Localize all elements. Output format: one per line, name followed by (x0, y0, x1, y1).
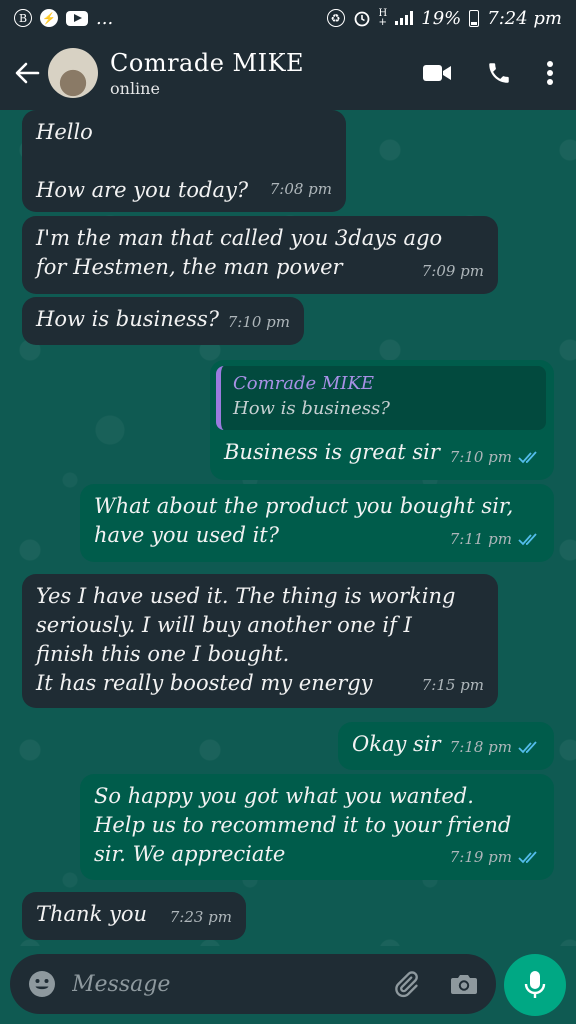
battery-percent: 19% (421, 7, 462, 29)
chat-header: Comrade MIKE online (0, 36, 576, 110)
time-text: 7:18 pm (449, 738, 512, 756)
time-text: 7:10 pm (449, 448, 512, 466)
back-arrow-icon[interactable] (12, 58, 42, 88)
read-ticks-icon (518, 850, 537, 863)
header-actions (422, 60, 554, 86)
time-text: 7:11 pm (449, 530, 512, 548)
message-text-line: Help us to recommend it to your friend (94, 813, 512, 837)
message-input[interactable] (70, 970, 392, 998)
read-ticks-icon (518, 740, 537, 753)
time-text: 7:19 pm (449, 848, 512, 866)
mic-button[interactable] (504, 954, 566, 1016)
alarm-icon (353, 9, 371, 27)
more-notifications-dots: ... (96, 7, 114, 29)
youtube-icon (66, 10, 88, 26)
status-right: ♻ H + 19% 7:24 pm (326, 7, 562, 29)
signal-icon (395, 11, 414, 25)
message-text-line: I'm the man that called you 3days ago (36, 226, 443, 250)
message-text-line: It has really boosted my energy (36, 671, 373, 695)
data-saver-icon: ♻ (326, 9, 345, 27)
message-incoming[interactable]: Thank you 7:23 pm (22, 892, 246, 940)
quoted-text: How is business? (233, 398, 390, 419)
bolt-icon: ⚡ (40, 9, 58, 27)
time-text: 7:09 pm (421, 262, 484, 280)
message-text-line (36, 147, 332, 176)
contact-info[interactable]: Comrade MIKE online (110, 49, 422, 98)
message-composer (10, 954, 496, 1014)
time-text: 7:08 pm (269, 180, 332, 198)
time-text: 7:15 pm (421, 676, 484, 694)
message-incoming[interactable]: Yes I have used it. The thing is working… (22, 574, 498, 708)
status-left: B ⚡ ... (14, 8, 113, 29)
video-call-icon[interactable] (422, 63, 452, 83)
more-options-icon[interactable] (546, 60, 554, 86)
emoji-icon[interactable] (28, 970, 56, 998)
hd-signal-icon: H + (378, 8, 388, 28)
attach-icon[interactable] (392, 970, 420, 998)
message-time: 7:10 pm (450, 443, 540, 472)
message-text-line: for Hestmen, the man power (36, 255, 343, 279)
time-text: 7:10 pm (227, 313, 290, 331)
contact-avatar[interactable] (48, 48, 98, 98)
message-text-line: finish this one I bought. (36, 642, 290, 666)
quoted-sender: Comrade MIKE (233, 373, 375, 394)
composer-bar (0, 946, 576, 1024)
message-incoming[interactable]: How is business? 7:10 pm (22, 297, 304, 345)
message-text-line: What about the product you bought sir, (94, 494, 514, 518)
message-text-line: seriously. I will buy another one if I (36, 613, 412, 637)
message-time: 7:15 pm (422, 671, 484, 700)
message-outgoing-reply[interactable]: Comrade MIKE How is business? Business i… (210, 360, 554, 480)
message-time: 7:09 pm (422, 257, 484, 286)
time-text: 7:23 pm (169, 908, 232, 926)
message-incoming[interactable]: Hello How are you today? 7:08 pm (22, 110, 346, 212)
message-time: 7:18 pm (450, 733, 540, 762)
message-text-line: Yes I have used it. The thing is working (36, 584, 456, 608)
battery-icon (469, 9, 480, 27)
message-text-line: So happy you got what you wanted. (94, 784, 474, 808)
message-outgoing[interactable]: So happy you got what you wanted. Help u… (80, 774, 554, 880)
read-ticks-icon (518, 450, 537, 463)
chat-area[interactable]: Hello How are you today? 7:08 pm I'm the… (0, 110, 576, 946)
message-text-line: Hello (36, 120, 93, 144)
message-time: 7:08 pm (270, 175, 332, 204)
contact-name: Comrade MIKE (110, 48, 305, 77)
status-time: 7:24 pm (487, 7, 562, 29)
message-outgoing[interactable]: Okay sir 7:18 pm (338, 722, 554, 770)
message-time: 7:11 pm (450, 525, 540, 554)
message-time: 7:10 pm (228, 308, 290, 337)
read-ticks-icon (518, 532, 537, 545)
message-time: 7:23 pm (170, 903, 232, 932)
camera-icon[interactable] (450, 972, 478, 996)
contact-status: online (110, 78, 160, 98)
voice-call-icon[interactable] (486, 60, 512, 86)
quoted-message[interactable]: Comrade MIKE How is business? (216, 366, 546, 430)
status-bar: B ⚡ ... ♻ H + 19% 7:24 pm (0, 0, 576, 36)
message-time: 7:19 pm (450, 843, 540, 872)
microphone-icon (524, 971, 546, 998)
b-icon: B (14, 9, 32, 27)
message-outgoing[interactable]: What about the product you bought sir, h… (80, 484, 554, 562)
message-incoming[interactable]: I'm the man that called you 3days ago fo… (22, 216, 498, 294)
